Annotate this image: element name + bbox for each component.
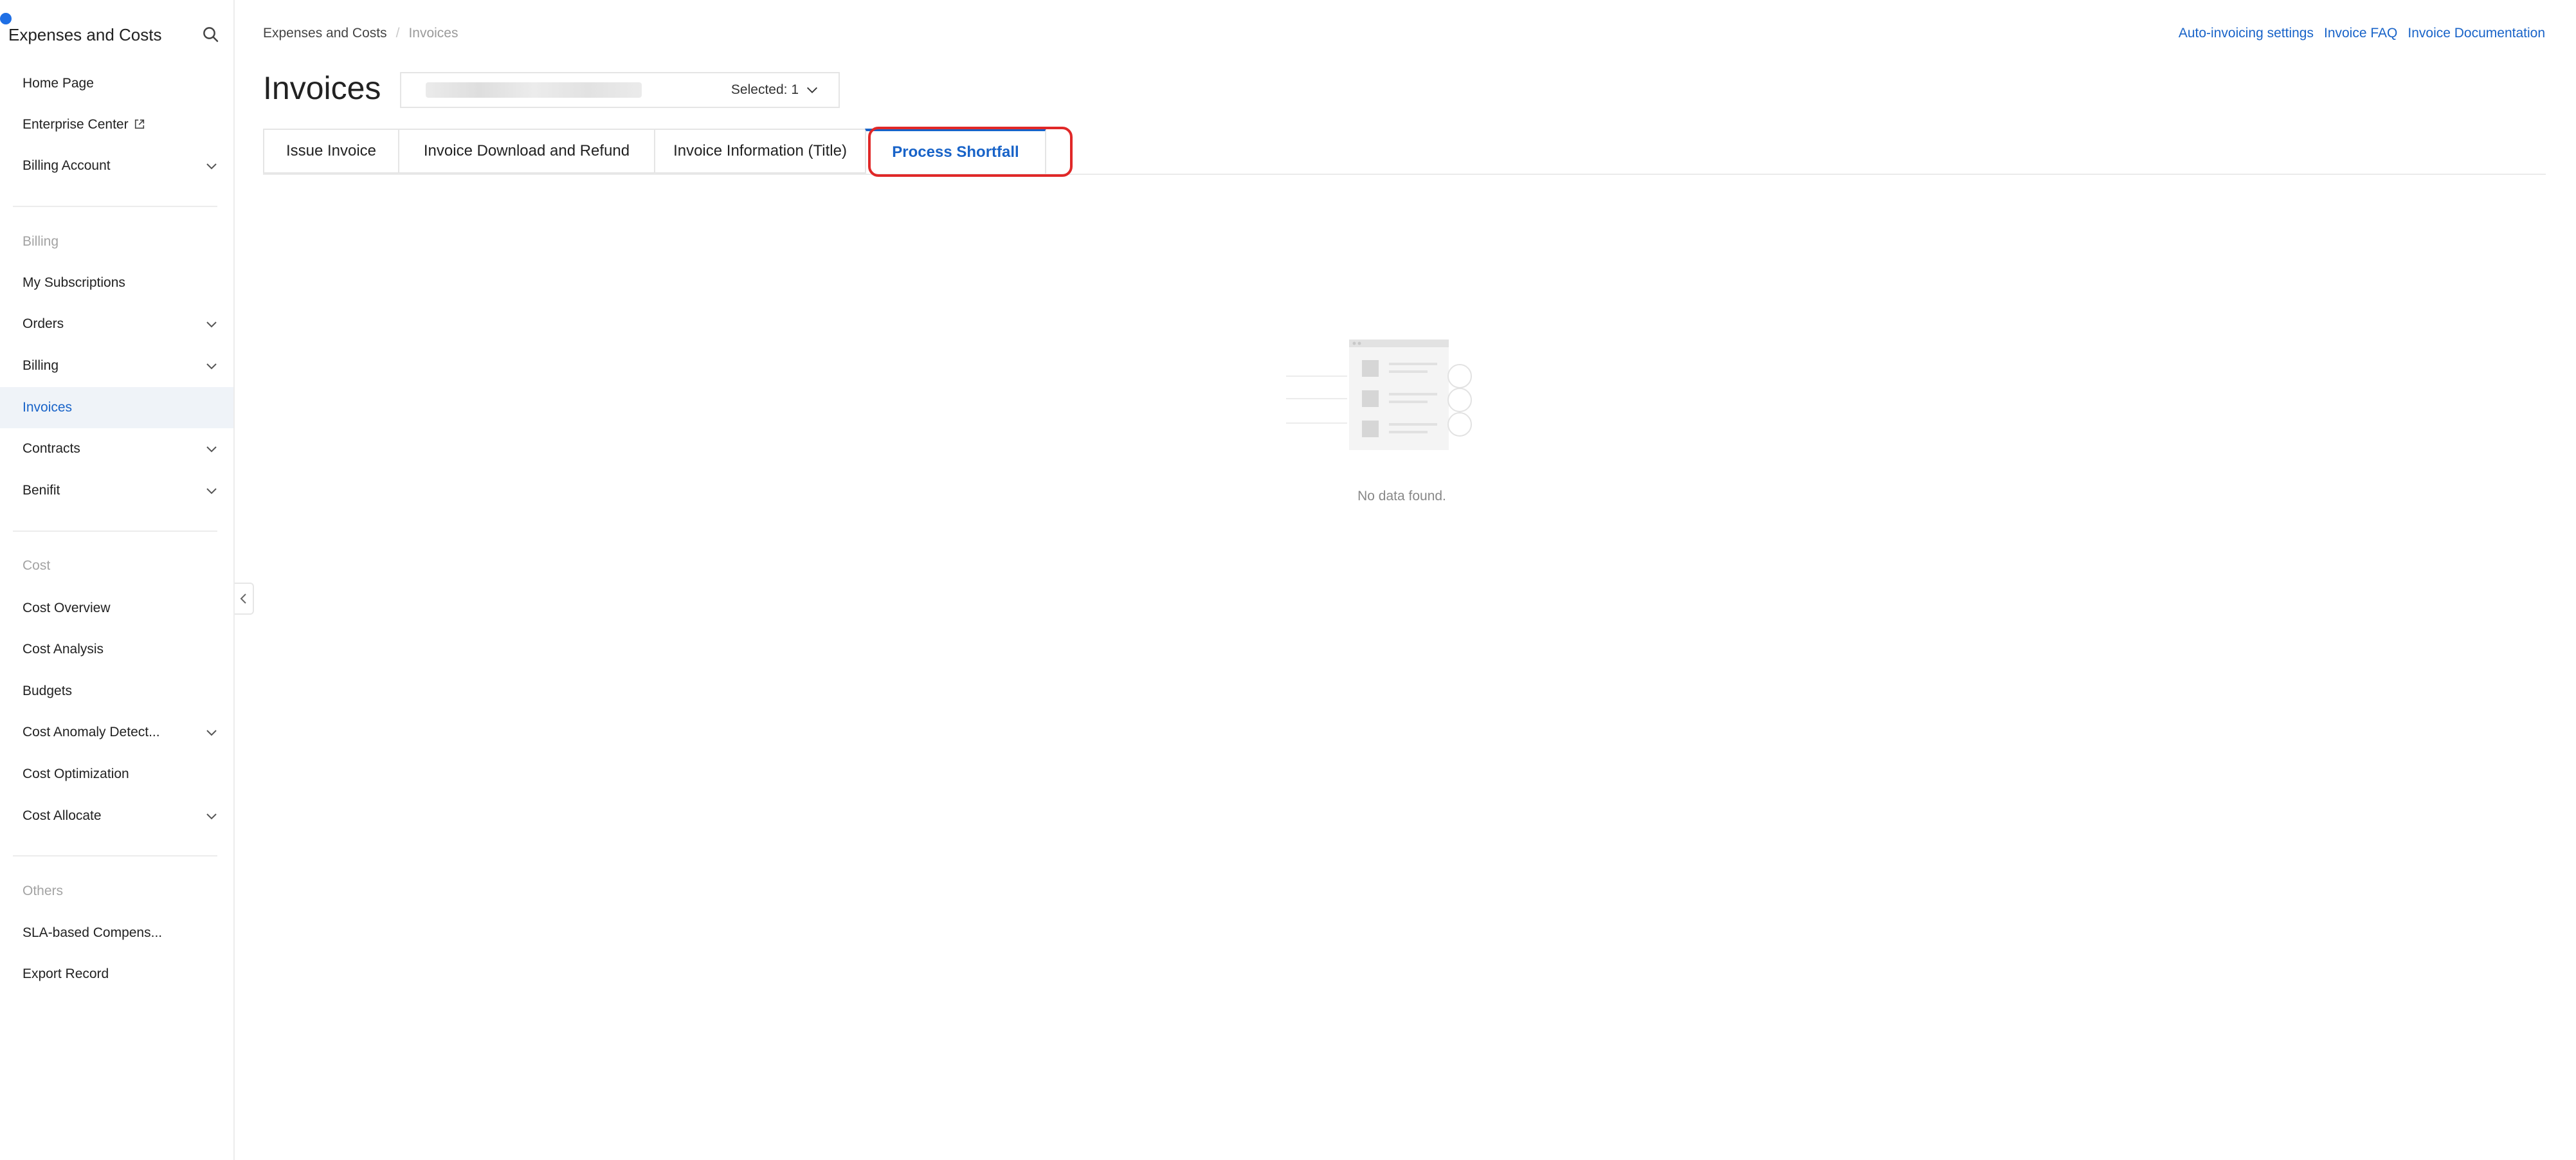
sidebar-item-label: Budgets: [23, 684, 73, 698]
divider: [13, 855, 217, 856]
tab-process-shortfall[interactable]: Process Shortfall: [865, 129, 1046, 174]
tab-invoice-information[interactable]: Invoice Information (Title): [654, 129, 865, 174]
search-icon[interactable]: [201, 25, 221, 44]
page-title: Invoices: [263, 70, 381, 106]
sidebar-item-label: Billing: [23, 358, 59, 373]
chevron-down-icon: [206, 163, 217, 170]
breadcrumb-current: Invoices: [408, 26, 458, 41]
selected-count: Selected: 1: [730, 82, 799, 97]
redacted-account-name: [426, 82, 642, 98]
divider: [13, 206, 217, 207]
sidebar-item-cost-optimization[interactable]: Cost Optimization: [0, 754, 233, 795]
chevron-down-icon: [206, 363, 217, 370]
external-link-icon: [134, 119, 144, 129]
sidebar-item-label: Cost Analysis: [23, 642, 104, 657]
chevron-down-icon: [206, 730, 217, 736]
section-label-cost: Cost: [23, 558, 51, 573]
chevron-down-icon: [206, 446, 217, 453]
auto-invoicing-settings-link[interactable]: Auto-invoicing settings: [2179, 26, 2314, 41]
invoice-documentation-link[interactable]: Invoice Documentation: [2408, 26, 2545, 41]
tabs: Issue Invoice Invoice Download and Refun…: [263, 129, 1046, 175]
empty-state-illustration: [1286, 340, 1472, 450]
sidebar-item-enterprise-center[interactable]: Enterprise Center: [0, 104, 233, 145]
sidebar-item-label: SLA-based Compens...: [23, 925, 163, 940]
tab-issue-invoice[interactable]: Issue Invoice: [263, 129, 398, 174]
sidebar-item-sla-compensation[interactable]: SLA-based Compens...: [0, 912, 233, 954]
sidebar-header: Expenses and Costs: [8, 22, 221, 48]
sidebar-item-label: Cost Overview: [23, 601, 111, 615]
invoice-faq-link[interactable]: Invoice FAQ: [2324, 26, 2397, 41]
sidebar-item-contracts[interactable]: Contracts: [0, 428, 233, 469]
sidebar-item-label: Cost Allocate: [23, 808, 102, 823]
section-label-others: Others: [23, 884, 64, 898]
sidebar-item-invoices[interactable]: Invoices: [0, 387, 233, 428]
sidebar-item-cost-analysis[interactable]: Cost Analysis: [0, 629, 233, 670]
header-links: Auto-invoicing settings Invoice FAQ Invo…: [2179, 26, 2545, 41]
breadcrumb: Expenses and Costs / Invoices: [263, 26, 458, 41]
sidebar-item-billing-account[interactable]: Billing Account: [0, 145, 233, 186]
sidebar-item-export-record[interactable]: Export Record: [0, 954, 233, 995]
sidebar-item-label: Contracts: [23, 441, 80, 456]
sidebar-collapse-button[interactable]: [235, 583, 254, 615]
sidebar-item-benifit[interactable]: Benifit: [0, 470, 233, 511]
sidebar-item-orders[interactable]: Orders: [0, 304, 233, 345]
chevron-down-icon: [206, 322, 217, 328]
sidebar-item-billing[interactable]: Billing: [0, 345, 233, 386]
divider: [13, 530, 217, 532]
sidebar-item-cost-overview[interactable]: Cost Overview: [0, 588, 233, 629]
tab-invoice-download-refund[interactable]: Invoice Download and Refund: [398, 129, 654, 174]
sidebar-item-label: Cost Optimization: [23, 766, 129, 781]
chevron-down-icon: [206, 488, 217, 494]
section-label-billing: Billing: [23, 234, 59, 249]
sidebar-item-label: Home Page: [23, 76, 94, 91]
sidebar-item-label: Invoices: [23, 400, 73, 415]
empty-state-message: No data found.: [1357, 489, 1446, 503]
sidebar-item-cost-anomaly-detection[interactable]: Cost Anomaly Detect...: [0, 712, 233, 753]
sidebar-item-label: Enterprise Center: [23, 117, 129, 132]
sidebar-item-label: My Subscriptions: [23, 275, 125, 290]
sidebar-item-cost-allocate[interactable]: Cost Allocate: [0, 795, 233, 837]
sidebar: Expenses and Costs Home Page Enterprise …: [0, 0, 235, 1160]
sidebar-title: Expenses and Costs: [8, 24, 162, 44]
chevron-down-icon: [807, 87, 817, 93]
sidebar-item-label: Benifit: [23, 483, 60, 498]
chevron-down-icon: [206, 813, 217, 820]
sidebar-item-label: Billing Account: [23, 158, 111, 173]
breadcrumb-separator: /: [395, 26, 400, 41]
sidebar-item-budgets[interactable]: Budgets: [0, 671, 233, 712]
chevron-left-icon: [240, 594, 246, 604]
sidebar-item-home[interactable]: Home Page: [0, 63, 233, 104]
account-selector[interactable]: Selected: 1: [400, 72, 840, 108]
sidebar-item-label: Orders: [23, 316, 64, 331]
sidebar-item-label: Cost Anomaly Detect...: [23, 725, 160, 739]
sidebar-item-my-subscriptions[interactable]: My Subscriptions: [0, 262, 233, 304]
sidebar-item-label: Export Record: [23, 966, 109, 981]
breadcrumb-expenses-link[interactable]: Expenses and Costs: [263, 26, 387, 41]
